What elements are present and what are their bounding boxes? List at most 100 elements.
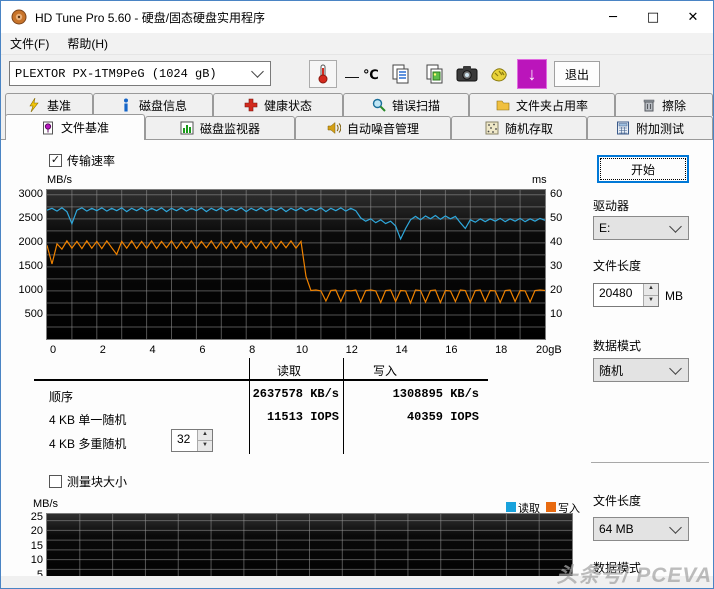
tab-label: 健康状态 xyxy=(264,97,312,114)
axis-tick-label: 18 xyxy=(486,344,516,356)
tab-file-benchmark[interactable]: 文件基准 xyxy=(5,114,145,140)
axis-tick-label: 60 xyxy=(550,188,562,200)
random-access-icon xyxy=(485,121,499,135)
spinner-down-icon[interactable]: ▼ xyxy=(644,295,658,307)
drive-select-value: PLEXTOR PX-1TM9PeG (1024 gB) xyxy=(10,67,253,81)
copy-text-icon xyxy=(390,63,412,85)
tab-label: 文件基准 xyxy=(61,119,109,136)
file-length-spinner[interactable]: 20480 ▲▼ xyxy=(593,283,659,307)
tab-aam[interactable]: 自动噪音管理 xyxy=(295,116,451,139)
extra-tests-icon xyxy=(616,121,630,135)
tab-label: 基准 xyxy=(47,97,71,114)
tab-extra-tests[interactable]: 附加测试 xyxy=(587,116,713,139)
read-column-header: 读取 xyxy=(269,362,309,379)
copy-text-button[interactable] xyxy=(387,61,415,87)
start-button-label: 开始 xyxy=(600,158,686,180)
close-button[interactable]: ✕ xyxy=(673,1,713,33)
tab-folder-usage[interactable]: 文件夹占用率 xyxy=(469,93,615,116)
update-button[interactable]: ↓ xyxy=(517,59,547,89)
drive-select[interactable]: PLEXTOR PX-1TM9PeG (1024 gB) xyxy=(9,61,271,86)
panel-separator xyxy=(591,462,709,463)
tab-disk-monitor[interactable]: 磁盘监视器 xyxy=(145,116,295,139)
title-bar[interactable]: HD Tune Pro 5.60 - 硬盘/固态硬盘实用程序 ─ □ ✕ xyxy=(1,1,713,33)
axis-tick-label: 20 xyxy=(31,525,43,537)
exit-button-label: 退出 xyxy=(565,66,589,83)
minimize-button[interactable]: ─ xyxy=(593,1,633,33)
tab-benchmark[interactable]: 基准 xyxy=(5,93,93,116)
axis-tick-label: 20gB xyxy=(536,344,566,356)
share-button[interactable] xyxy=(485,61,513,87)
tab-label: 擦除 xyxy=(662,97,686,114)
tab-label: 磁盘信息 xyxy=(139,97,187,114)
tab-health[interactable]: 健康状态 xyxy=(213,93,343,116)
spinner-down-icon[interactable]: ▼ xyxy=(198,440,212,451)
tab-label: 磁盘监视器 xyxy=(200,120,260,137)
queue-depth-spinner[interactable]: 32 ▲▼ xyxy=(171,429,213,452)
axis-tick-label: 8 xyxy=(237,344,267,356)
tab-label: 自动噪音管理 xyxy=(347,120,419,137)
file-length-value: 20480 xyxy=(594,284,643,306)
drive-combo[interactable]: E: xyxy=(593,216,689,240)
tab-label: 附加测试 xyxy=(636,120,684,137)
spinner-up-icon[interactable]: ▲ xyxy=(198,430,212,440)
queue-depth-value: 32 xyxy=(172,430,197,451)
copy-image-button[interactable] xyxy=(421,61,449,87)
tab-row-1: 基准 磁盘信息 健康状态 错误扫描 文件夹占用率 擦除 xyxy=(1,93,713,116)
axis-tick-label: 25 xyxy=(31,511,43,523)
main-chart-x-axis: 02468101214161820gB xyxy=(46,344,586,358)
disk-info-icon xyxy=(119,98,133,112)
tab-random-access[interactable]: 随机存取 xyxy=(451,116,587,139)
tab-erase[interactable]: 擦除 xyxy=(615,93,713,116)
block-size-checkbox[interactable]: 测量块大小 xyxy=(49,473,127,490)
axis-tick-label: 2500 xyxy=(19,212,43,224)
main-chart-right-axis: 102030405060 xyxy=(550,189,580,340)
menu-help[interactable]: 帮助(H) xyxy=(58,33,117,54)
tab-disk-info[interactable]: 磁盘信息 xyxy=(93,93,213,116)
transfer-rate-checkbox[interactable]: ✓ 传输速率 xyxy=(49,152,115,169)
block-chart-left-axis: 510152025 xyxy=(15,513,43,576)
file-benchmark-icon xyxy=(41,121,55,135)
maximize-button[interactable]: □ xyxy=(633,1,673,33)
row-4k-multi-label: 4 KB 多重随机 xyxy=(49,435,126,452)
temperature-button[interactable] xyxy=(309,60,337,88)
chevron-down-icon xyxy=(669,220,682,233)
temperature-value: — xyxy=(345,68,359,84)
axis-tick-label: 10 xyxy=(287,344,317,356)
checkbox-unchecked-icon xyxy=(49,475,62,488)
screenshot-button[interactable] xyxy=(453,61,481,87)
file-length-label: 文件长度 xyxy=(593,257,641,274)
data-mode-combo[interactable]: 随机 xyxy=(593,358,689,382)
checkbox-checked-icon: ✓ xyxy=(49,154,62,167)
drive-combo-value: E: xyxy=(594,221,671,235)
axis-tick-label: 15 xyxy=(31,540,43,552)
file-length2-combo[interactable]: 64 MB xyxy=(593,517,689,541)
menu-file[interactable]: 文件(F) xyxy=(1,33,58,54)
watermark: 头条号/ PCEVA xyxy=(557,559,712,589)
menu-bar: 文件(F) 帮助(H) xyxy=(1,33,713,55)
exit-button[interactable]: 退出 xyxy=(554,61,600,87)
sequential-read-value: 2637578 KB/s xyxy=(209,387,339,401)
temperature-unit-icon: ℃ xyxy=(363,67,379,83)
main-chart xyxy=(46,189,546,340)
spinner-up-icon[interactable]: ▲ xyxy=(644,284,658,295)
write-legend-swatch xyxy=(546,502,556,512)
hd-tune-window: HD Tune Pro 5.60 - 硬盘/固态硬盘实用程序 ─ □ ✕ 文件(… xyxy=(0,0,714,589)
table-divider-2 xyxy=(343,358,344,454)
tab-label: 错误扫描 xyxy=(392,97,440,114)
camera-icon xyxy=(455,63,479,85)
axis-tick-label: 40 xyxy=(550,236,562,248)
chevron-down-icon xyxy=(251,65,264,78)
axis-tick-label: 30 xyxy=(550,260,562,272)
axis-tick-label: 1500 xyxy=(19,260,43,272)
start-button[interactable]: 开始 xyxy=(597,155,689,183)
tab-error-scan[interactable]: 错误扫描 xyxy=(343,93,469,116)
aam-icon xyxy=(327,121,341,135)
toolbar: PLEXTOR PX-1TM9PeG (1024 gB) — ℃ xyxy=(1,55,713,93)
tab-strip: 基准 磁盘信息 健康状态 错误扫描 文件夹占用率 擦除 xyxy=(1,93,713,140)
axis-tick-label: 20 xyxy=(550,284,562,296)
block-chart-yunit: MB/s xyxy=(33,498,58,510)
4k-single-read-value: 11513 IOPS xyxy=(209,410,339,424)
erase-icon xyxy=(642,98,656,112)
main-chart-yunit: MB/s xyxy=(47,174,72,186)
axis-tick-label: 12 xyxy=(337,344,367,356)
